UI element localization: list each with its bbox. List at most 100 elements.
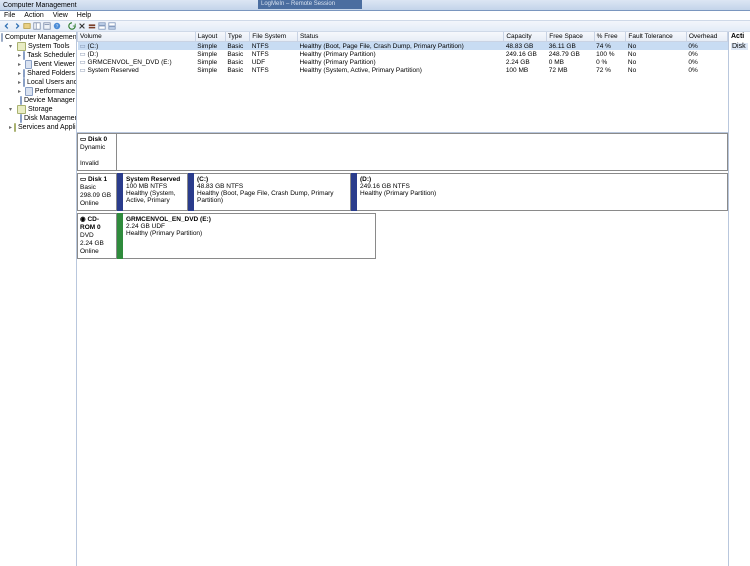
tree-storage[interactable]: ▾Storage — [1, 105, 75, 114]
expand-icon[interactable]: ▸ — [18, 53, 21, 59]
nav-tree: Computer Management (Local) ▾System Tool… — [0, 32, 77, 566]
tree-performance[interactable]: ▸Performance — [1, 87, 75, 96]
actions-item[interactable]: Disk — [731, 43, 748, 50]
list-top-icon[interactable] — [97, 22, 106, 31]
table-cell: 74 % — [594, 42, 626, 51]
table-cell: Basic — [225, 50, 249, 58]
expand-icon[interactable]: ▸ — [18, 71, 21, 77]
toolbar: ? — [0, 20, 750, 32]
table-cell: UDF — [250, 58, 298, 66]
properties-icon[interactable] — [42, 22, 51, 31]
remote-session-bar[interactable]: LogMeIn – Remote Session — [258, 0, 362, 9]
disk-header: ▭ Disk 0 Dynamic Invalid — [77, 133, 117, 171]
cdrom-icon: ◉ — [80, 216, 86, 223]
folder-icon — [23, 69, 25, 78]
tree-local-users[interactable]: ▸Local Users and Groups — [1, 78, 75, 87]
table-cell: Basic — [225, 58, 249, 66]
expand-icon[interactable]: ▸ — [18, 62, 23, 68]
table-cell: No — [626, 66, 686, 74]
table-cell: 0 % — [594, 58, 626, 66]
table-header-row: Volume Layout Type File System Status Ca… — [78, 32, 728, 42]
tree-event-viewer[interactable]: ▸Event Viewer — [1, 60, 75, 69]
device-icon — [20, 96, 22, 105]
menu-help[interactable]: Help — [77, 12, 91, 19]
settings-icon[interactable] — [87, 22, 96, 31]
volume-icon: ▭ — [80, 59, 88, 66]
partition-d[interactable]: (D:) 249.16 GB NTFS Healthy (Primary Par… — [357, 173, 728, 211]
expand-icon[interactable]: ▸ — [18, 89, 23, 95]
refresh-icon[interactable] — [67, 22, 76, 31]
disk-status: Online — [80, 248, 114, 256]
col-type[interactable]: Type — [225, 32, 249, 42]
col-fs[interactable]: File System — [250, 32, 298, 42]
up-icon[interactable] — [22, 22, 31, 31]
menu-action[interactable]: Action — [24, 12, 43, 19]
delete-icon[interactable] — [77, 22, 86, 31]
disk-size: 298.09 GB — [80, 192, 114, 200]
menu-file[interactable]: File — [4, 12, 15, 19]
volume-name-cell: ▭ (D:) — [78, 50, 196, 58]
menu-view[interactable]: View — [53, 12, 68, 19]
col-free[interactable]: Free Space — [547, 32, 594, 42]
partition-system-reserved[interactable]: System Reserved 100 MB NTFS Healthy (Sys… — [123, 173, 188, 211]
collapse-icon[interactable]: ▾ — [9, 44, 15, 50]
table-cell: 48.83 GB — [504, 42, 547, 51]
list-bottom-icon[interactable] — [107, 22, 116, 31]
col-volume[interactable]: Volume — [78, 32, 196, 42]
folder-icon — [14, 123, 16, 132]
col-layout[interactable]: Layout — [195, 32, 225, 42]
col-status[interactable]: Status — [297, 32, 503, 42]
disk-type: Basic — [80, 184, 114, 192]
disk-icon: ▭ — [80, 176, 86, 183]
volume-icon: ▭ — [80, 43, 88, 50]
tree-task-scheduler[interactable]: ▸Task Scheduler — [1, 51, 75, 60]
table-cell: Healthy (Boot, Page File, Crash Dump, Pr… — [297, 42, 503, 51]
tree-shared-folders[interactable]: ▸Shared Folders — [1, 69, 75, 78]
table-cell: Simple — [195, 42, 225, 51]
disk-row-0[interactable]: ▭ Disk 0 Dynamic Invalid — [77, 133, 728, 171]
back-icon[interactable] — [2, 22, 11, 31]
col-overhead[interactable]: Overhead — [686, 32, 727, 42]
table-row[interactable]: ▭ GRMCENVOL_EN_DVD (E:)SimpleBasicUDFHea… — [78, 58, 728, 66]
tree-system-tools[interactable]: ▾System Tools — [1, 42, 75, 51]
table-row[interactable]: ▭ (C:)SimpleBasicNTFSHealthy (Boot, Page… — [78, 42, 728, 51]
table-row[interactable]: ▭ (D:)SimpleBasicNTFSHealthy (Primary Pa… — [78, 50, 728, 58]
col-capacity[interactable]: Capacity — [504, 32, 547, 42]
forward-icon[interactable] — [12, 22, 21, 31]
main-pane: Volume Layout Type File System Status Ca… — [77, 32, 729, 566]
users-icon — [23, 78, 25, 87]
table-cell: Simple — [195, 66, 225, 74]
expand-icon[interactable]: ▸ — [9, 125, 12, 131]
disk-header: ▭ Disk 1 Basic 298.09 GB Online — [77, 173, 117, 211]
tree-disk-management[interactable]: Disk Management — [1, 114, 75, 123]
col-pct[interactable]: % Free — [594, 32, 626, 42]
folder-icon — [17, 105, 26, 114]
table-cell: 0% — [686, 58, 727, 66]
unallocated-space[interactable] — [117, 133, 728, 171]
table-cell: 72 % — [594, 66, 626, 74]
tree-services-apps[interactable]: ▸Services and Applications — [1, 123, 75, 132]
table-cell: 0% — [686, 42, 727, 51]
volume-name-cell: ▭ System Reserved — [78, 66, 196, 74]
table-cell: Simple — [195, 58, 225, 66]
volume-icon: ▭ — [80, 51, 88, 58]
titlebar: Computer Management LogMeIn – Remote Ses… — [0, 0, 750, 11]
disk-icon — [20, 114, 22, 123]
disk-type: DVD — [80, 232, 114, 240]
scheduler-icon — [23, 51, 25, 60]
table-row[interactable]: ▭ System ReservedSimpleBasicNTFSHealthy … — [78, 66, 728, 74]
partition-c[interactable]: (C:) 48.83 GB NTFS Healthy (Boot, Page F… — [194, 173, 351, 211]
disk-row-1[interactable]: ▭ Disk 1 Basic 298.09 GB Online System R… — [77, 173, 728, 211]
show-hide-tree-icon[interactable] — [32, 22, 41, 31]
expand-icon[interactable]: ▸ — [18, 80, 21, 86]
help-icon[interactable]: ? — [52, 22, 61, 31]
col-fault[interactable]: Fault Tolerance — [626, 32, 686, 42]
tree-device-manager[interactable]: Device Manager — [1, 96, 75, 105]
table-cell: 100 MB — [504, 66, 547, 74]
folder-icon — [17, 42, 26, 51]
partition-dvd[interactable]: GRMCENVOL_EN_DVD (E:) 2.24 GB UDF Health… — [123, 213, 376, 259]
tree-root[interactable]: Computer Management (Local) — [1, 33, 75, 42]
disk-row-cdrom[interactable]: ◉ CD-ROM 0 DVD 2.24 GB Online GRMCENVOL_… — [77, 213, 728, 259]
collapse-icon[interactable]: ▾ — [9, 107, 15, 113]
computer-icon — [1, 33, 3, 42]
